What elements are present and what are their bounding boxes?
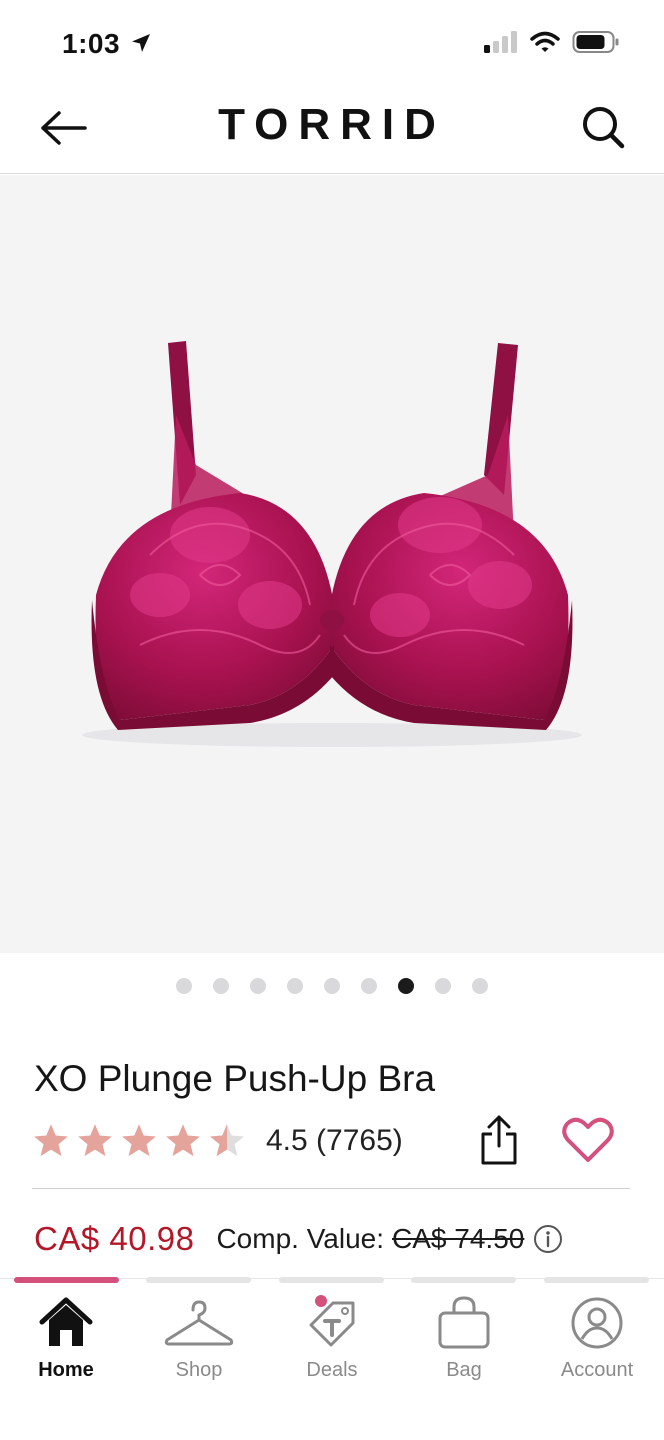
pagination-dot[interactable]	[250, 978, 266, 994]
comp-value-price: CA$ 74.50	[392, 1223, 525, 1254]
pagination-dot-active[interactable]	[398, 978, 414, 994]
location-arrow-icon	[130, 32, 152, 59]
star-icon	[34, 1124, 68, 1157]
product-image	[82, 341, 582, 747]
hanger-icon	[163, 1293, 235, 1353]
tab-deals[interactable]: Deals	[266, 1293, 398, 1393]
tab-indicator	[411, 1277, 516, 1283]
half-star-icon	[210, 1124, 244, 1157]
product-title: XO Plunge Push-Up Bra	[34, 1058, 436, 1099]
tab-indicator	[146, 1277, 251, 1283]
star-rating	[32, 1123, 246, 1159]
cellular-signal-icon	[484, 31, 517, 53]
search-icon	[583, 107, 625, 149]
pagination-dot[interactable]	[176, 978, 192, 994]
search-button[interactable]	[578, 102, 628, 152]
status-bar: 1:03	[0, 0, 664, 88]
info-button[interactable]	[532, 1223, 564, 1255]
divider	[32, 1188, 630, 1189]
pagination-dot[interactable]	[361, 978, 377, 994]
share-button[interactable]	[474, 1110, 524, 1170]
tab-account[interactable]: Account	[531, 1293, 663, 1393]
pagination-dot[interactable]	[213, 978, 229, 994]
wishlist-button[interactable]	[560, 1112, 616, 1168]
comp-value-label: Comp. Value:	[216, 1223, 385, 1254]
tab-label: Account	[560, 1359, 634, 1381]
sale-price: CA$ 40.98	[34, 1220, 195, 1257]
info-icon	[534, 1225, 563, 1253]
pagination-dot[interactable]	[472, 978, 488, 994]
pagination-dot[interactable]	[287, 978, 303, 994]
star-icon	[122, 1124, 156, 1157]
tab-indicator	[544, 1277, 649, 1283]
rating-row[interactable]: 4.5 (7765)	[32, 1116, 403, 1166]
bottom-tab-bar: Home Shop Deals Bag Account	[0, 1277, 664, 1440]
tag-icon	[299, 1293, 365, 1353]
star-icon	[166, 1124, 200, 1157]
share-icon	[481, 1115, 517, 1165]
tab-indicator-active	[14, 1277, 119, 1283]
heart-icon	[562, 1117, 614, 1162]
status-icons	[484, 30, 620, 54]
brand-logo[interactable]: TORRID	[0, 100, 664, 150]
gallery-pagination	[0, 978, 664, 994]
status-time: 1:03	[62, 28, 121, 59]
product-image-gallery[interactable]	[0, 175, 664, 953]
star-icon	[78, 1124, 112, 1157]
tab-label: Home	[38, 1359, 94, 1381]
tab-indicator	[279, 1277, 384, 1283]
app-header: TORRID	[0, 88, 664, 174]
rating-summary[interactable]: 4.5 (7765)	[266, 1124, 403, 1158]
tab-label: Deals	[306, 1359, 358, 1381]
bag-icon	[436, 1293, 492, 1353]
price-row: CA$ 40.98 Comp. Value: CA$ 74.50	[34, 1214, 564, 1264]
tab-label: Bag	[446, 1359, 482, 1381]
pagination-dot[interactable]	[324, 978, 340, 994]
battery-icon	[572, 31, 619, 53]
tab-bag[interactable]: Bag	[398, 1293, 530, 1393]
tab-home[interactable]: Home	[0, 1293, 132, 1393]
home-icon	[38, 1293, 94, 1353]
pagination-dot[interactable]	[435, 978, 451, 994]
wifi-icon	[530, 31, 560, 52]
tab-shop[interactable]: Shop	[133, 1293, 265, 1393]
account-icon	[570, 1293, 624, 1353]
tab-label: Shop	[175, 1359, 223, 1381]
